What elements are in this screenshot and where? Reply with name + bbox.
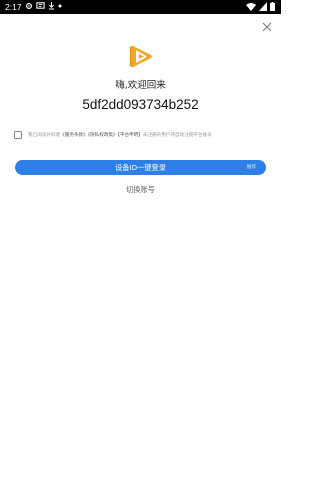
device-login-button[interactable]: 设备ID一键登录 推荐 [15, 160, 266, 175]
app-logo-icon [129, 45, 152, 68]
agreement-suffix: 未注册的用户将自动注册平台账号 [142, 133, 212, 138]
signal-icon [259, 2, 267, 11]
close-icon[interactable] [261, 21, 273, 33]
status-icons-right [246, 2, 275, 11]
agreement-checkbox[interactable] [14, 131, 22, 139]
download-icon [48, 2, 55, 10]
switch-account-link[interactable]: 切换账号 [0, 185, 281, 195]
status-time: 2:17 [5, 2, 22, 12]
agreement-row: 我已阅读并同意《服务条款》《隐私权政策》【平台申明】未注册的用户将自动注册平台账… [14, 130, 274, 140]
notification-icon [36, 2, 45, 9]
device-login-label: 设备ID一键登录 [115, 162, 166, 172]
privacy-link[interactable]: 《隐私权政策》 [88, 133, 118, 138]
agreement-text: 我已阅读并同意《服务条款》《隐私权政策》【平台申明】未注册的用户将自动注册平台账… [28, 132, 212, 138]
battery-icon [270, 2, 275, 11]
dot-icon [58, 4, 62, 7]
status-bar: 2:17 [0, 0, 281, 14]
settings-icon [26, 2, 32, 9]
recommend-badge: 推荐 [246, 165, 256, 170]
navigation-bar [0, 485, 281, 500]
agreement-prefix: 我已阅读并同意 [28, 133, 61, 138]
wifi-icon [246, 3, 256, 11]
device-id-text: 5df2dd093734b252 [82, 97, 199, 112]
platform-statement-link[interactable]: 【平台申明】 [118, 133, 143, 138]
welcome-text: 嗨,欢迎回来 [115, 80, 166, 91]
terms-link[interactable]: 《服务条款》 [60, 133, 88, 138]
status-icons-left [25, 1, 62, 10]
